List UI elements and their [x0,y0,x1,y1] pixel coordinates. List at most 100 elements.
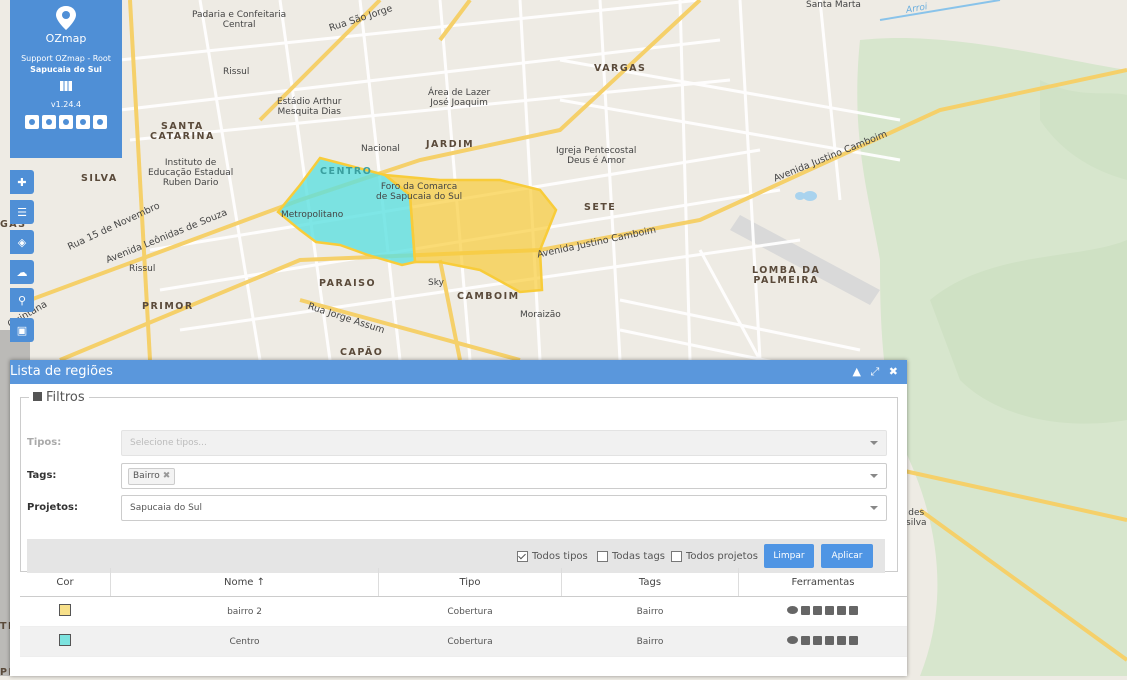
cell-tags: Bairro [561,596,739,627]
col-tipo[interactable]: Tipo [378,568,562,597]
col-cor[interactable]: Cor [20,568,111,597]
map-label-nacional: Nacional [361,144,400,154]
map-label-des-silva: des silva [906,508,927,528]
help-icon[interactable] [59,115,73,129]
map-label-santa-catarina: SANTA CATARINA [150,121,215,142]
edit-icon[interactable] [837,605,847,615]
map-label-instituto: Instituto de Educação Estadual Ruben Dario [148,158,234,188]
tags-select[interactable]: Bairro ✖ [121,463,887,489]
todos-projetos-checkbox[interactable]: Todos projetos [671,551,758,562]
table-row[interactable]: bairro 2 Cobertura Bairro [20,596,907,627]
cell-tipo: Cobertura [378,596,562,627]
trash-icon[interactable] [849,635,859,645]
todos-tipos-label: Todos tipos [532,551,588,562]
eye-icon[interactable] [787,606,799,615]
cell-nome: Centro [110,626,379,657]
tag-chip-bairro[interactable]: Bairro ✖ [128,468,176,485]
map-label-vargas: VARGAS [594,63,647,74]
brand-city: Sapucaia do Sul [30,65,102,74]
table-row[interactable]: Centro Cobertura Bairro [20,626,907,657]
tags-label: Tags: [27,470,57,481]
map-label-silva: SILVA [81,173,118,184]
map-label-paraiso: PARAISO [319,278,377,289]
map-label-santa-marta: Santa Marta [806,0,861,10]
map-label-area-lazer: Área de Lazer José Joaquim [428,88,491,108]
user-icon[interactable] [25,115,39,129]
map-label-moraizao: Moraizão [520,310,561,320]
brand-version: v1.24.4 [50,100,82,109]
map-label-igreja: Igreja Pentecostal Deus é Amor [556,146,637,166]
filters-legend[interactable]: Filtros [29,390,89,405]
map-label-centro: CENTRO [320,166,373,177]
tipos-label: Tipos: [27,437,62,448]
checkbox-checked-icon[interactable] [517,551,528,562]
chevron-down-icon [870,474,878,478]
info-icon[interactable] [801,635,811,645]
briefcase-icon[interactable]: ▣ [10,318,34,342]
tipos-placeholder: Selecione tipos... [130,438,207,448]
list-icon[interactable]: ☰ [10,200,34,224]
chat-icon[interactable] [76,115,90,129]
panel-titlebar[interactable]: Lista de regiões ▲ ⤢ ✖ [10,360,907,384]
map-label-estadio: Estádio Arthur Mesquita Dias [277,97,342,117]
map-label-lomba: LOMBA DA PALMEIRA [752,265,821,286]
limpar-button[interactable]: Limpar [764,544,814,568]
map-label-sky: Sky [428,278,444,288]
tipos-select[interactable]: Selecione tipos... [121,430,887,456]
filters-legend-label: Filtros [46,390,85,405]
copy-icon[interactable] [825,605,835,615]
todas-tags-checkbox[interactable]: Todas tags [597,551,665,562]
todos-tipos-checkbox[interactable]: Todos tipos [517,551,588,562]
remove-tag-icon[interactable]: ✖ [163,471,171,481]
projetos-value: Sapucaia do Sul [130,503,202,513]
checkbox-icon[interactable] [671,551,682,562]
chevron-down-icon [870,506,878,510]
map-label-rissul: Rissul [223,67,250,77]
panel-window-controls[interactable]: ▲ ⤢ ✖ [853,360,901,384]
checkbox-icon[interactable] [597,551,608,562]
todos-projetos-label: Todos projetos [686,551,758,562]
map-label-camboim: CAMBOIM [457,291,520,302]
layers-icon[interactable]: ◈ [10,230,34,254]
collapse-icon[interactable] [33,392,42,401]
cell-nome: bairro 2 [110,596,379,627]
trash-icon[interactable] [849,605,859,615]
map-label-primor: PRIMOR [142,301,194,312]
eye-icon[interactable] [787,636,799,645]
logout-icon[interactable] [93,115,107,129]
color-swatch [59,604,72,616]
map-label-jardim: JARDIM [426,139,475,150]
table-header: Cor Nome ↑ Tipo Tags Ferramentas [20,568,907,597]
tipos-row: Tipos: Selecione tipos... [21,430,897,456]
map-label-capao: CAPÃO [340,347,384,358]
plus-icon[interactable]: ✚ [10,170,34,194]
projetos-select[interactable]: Sapucaia do Sul [121,495,887,521]
map-icon[interactable] [10,77,122,96]
cell-tags: Bairro [561,626,739,657]
move-icon[interactable] [813,605,823,615]
panel-title: Lista de regiões [10,364,113,379]
pin-icon[interactable]: ⚲ [10,288,34,312]
filters-fieldset: Filtros Tipos: Selecione tipos... Tags: … [20,390,898,573]
globe-icon[interactable] [42,115,56,129]
projetos-row: Projetos: Sapucaia do Sul [21,495,897,521]
aplicar-button[interactable]: Aplicar [821,544,873,568]
map-label-foro: Foro da Comarca de Sapucaia do Sul [376,182,463,202]
col-tags[interactable]: Tags [561,568,739,597]
cloud-upload-icon[interactable]: ☁ [10,260,34,284]
info-icon[interactable] [801,605,811,615]
projetos-label: Projetos: [27,502,78,513]
map-pin-logo-icon [10,6,122,34]
copy-icon[interactable] [825,635,835,645]
move-icon[interactable] [813,635,823,645]
brand-user: Support OZmap - Root [21,54,111,63]
map-label-padaria: Padaria e Confeitaria Central [192,10,287,30]
regions-table: Cor Nome ↑ Tipo Tags Ferramentas bairro … [20,568,907,657]
cell-tipo: Cobertura [378,626,562,657]
todas-tags-label: Todas tags [612,551,665,562]
brand-icon-row [10,115,122,129]
edit-icon[interactable] [837,635,847,645]
region-list-panel: Lista de regiões ▲ ⤢ ✖ Filtros Tipos: Se… [10,360,907,676]
col-nome[interactable]: Nome ↑ [110,568,379,597]
row-tools [787,605,859,615]
